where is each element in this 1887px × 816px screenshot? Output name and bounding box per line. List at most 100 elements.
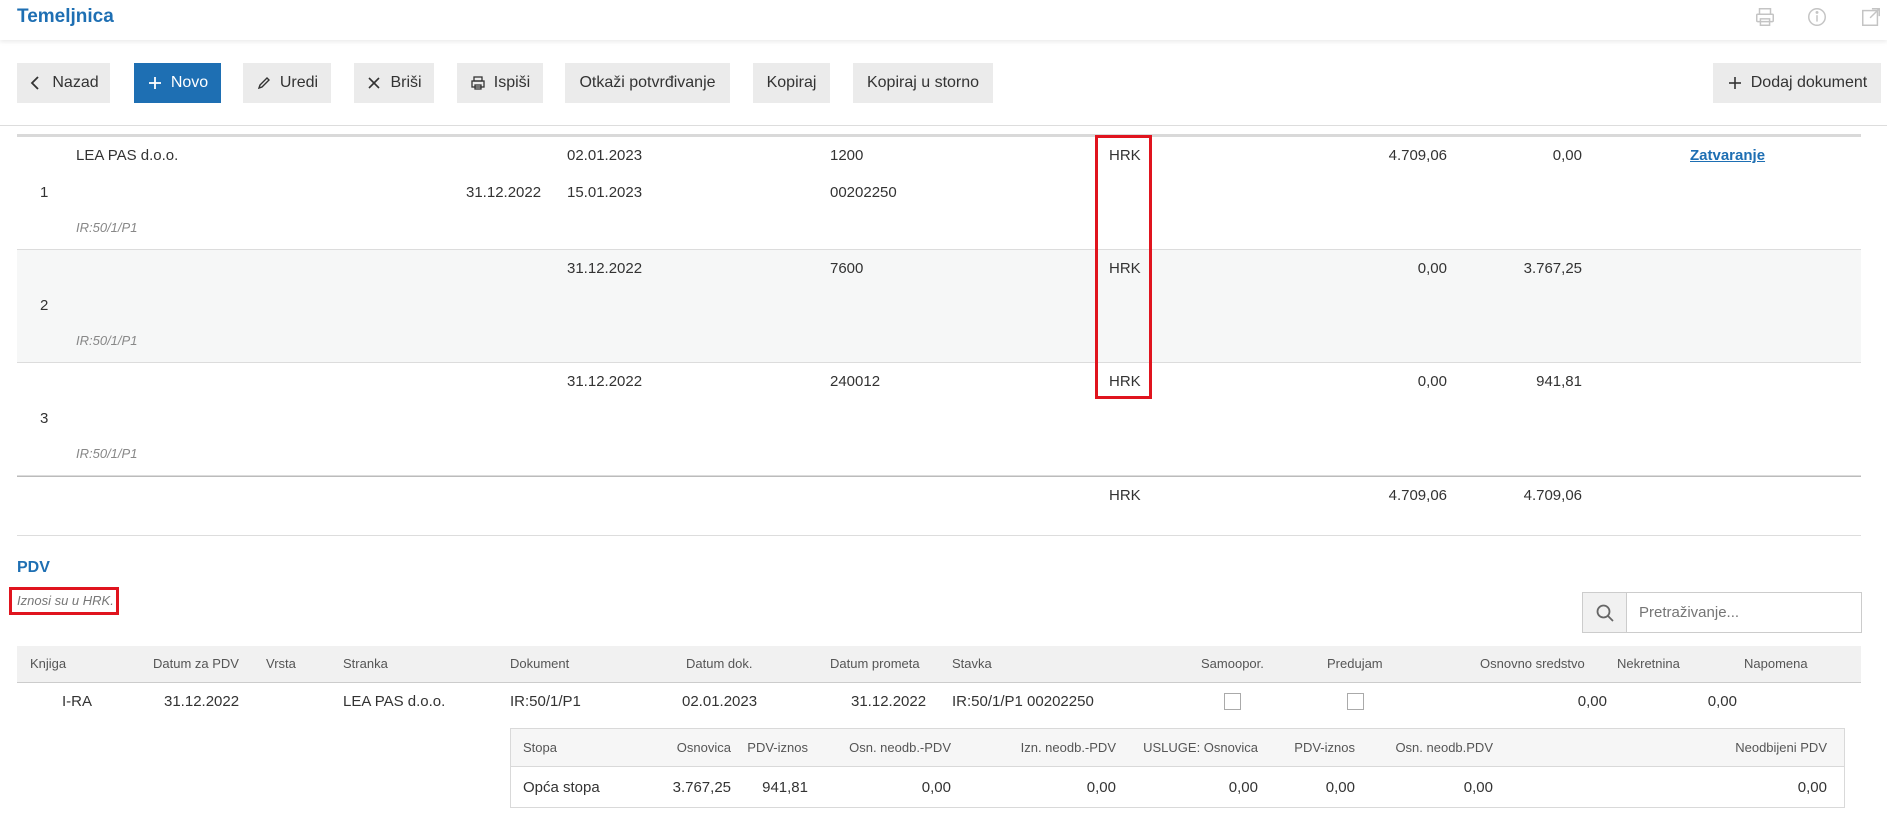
sub-col-header: PDV-iznos [1294, 740, 1355, 755]
toolbar: Nazad Novo Uredi Briši Ispiši Otkaži pot… [0, 40, 1887, 126]
account-number: 1200 [830, 147, 864, 164]
reference: IR:50/1/P1 [76, 220, 138, 235]
nondeductible-base: 0,00 [921, 779, 951, 796]
new-button[interactable]: Novo [134, 63, 221, 103]
cancel-confirm-button[interactable]: Otkaži potvrđivanje [565, 63, 730, 103]
print-button[interactable]: Ispiši [457, 63, 543, 103]
item-cell: IR:50/1/P1 00202250 [952, 693, 1094, 710]
top-bar: Temeljnica [0, 0, 1887, 40]
account-number: 7600 [830, 260, 864, 277]
plus-icon [1728, 77, 1741, 89]
col-header: Stranka [343, 656, 388, 671]
vat-rate-subtable: Stopa Osnovica PDV-iznos Osn. neodb.-PDV… [510, 728, 1845, 808]
party-name: LEA PAS d.o.o. [76, 147, 179, 164]
copy-storno-button[interactable]: Kopiraj u storno [853, 63, 993, 103]
booking-date: 31.12.2022 [466, 184, 542, 201]
col-header: Predujam [1327, 656, 1383, 671]
col-header: Knjiga [30, 656, 67, 671]
fixed-asset-cell: 0,00 [1577, 693, 1607, 710]
document-cell: IR:50/1/P1 [510, 693, 581, 710]
rate-name: Opća stopa [523, 779, 600, 796]
document-number: 00202250 [830, 184, 897, 201]
sub-col-header: USLUGE: Osnovica [1143, 740, 1258, 755]
col-header: Samoopor. [1201, 656, 1264, 671]
row-number: 2 [40, 297, 49, 314]
sub-col-header: Neodbijeni PDV [1735, 740, 1827, 755]
edit-button[interactable]: Uredi [243, 63, 331, 103]
reference: IR:50/1/P1 [76, 446, 138, 461]
self-charge-checkbox[interactable] [1224, 693, 1241, 710]
services-nondeductible-base: 0,00 [1463, 779, 1493, 796]
ledger-total-row: HRK 4.709,06 4.709,06 [17, 476, 1861, 536]
document-date: 31.12.2022 [567, 260, 643, 277]
col-header: Datum dok. [686, 656, 753, 671]
col-header: Datum za PDV [153, 656, 239, 671]
delete-button[interactable]: Briši [354, 63, 434, 103]
col-header: Osnovno sredstvo [1480, 656, 1585, 671]
ledger-row[interactable]: 31.12.2022 7600 HRK 0,00 3.767,25 2 IR:5… [17, 250, 1861, 363]
vat-amount: 941,81 [762, 779, 808, 796]
printer-icon [471, 76, 485, 90]
plus-icon [148, 77, 161, 89]
note-highlight-box [9, 587, 119, 615]
debit-amount: 0,00 [1417, 373, 1447, 390]
knjiga-cell: I-RA [62, 693, 92, 710]
credit-amount: 0,00 [1552, 147, 1582, 164]
vat-date-cell: 31.12.2022 [164, 693, 240, 710]
sub-col-header: PDV-iznos [747, 740, 808, 755]
col-header: Nekretnina [1617, 656, 1680, 671]
document-date: 31.12.2022 [567, 373, 643, 390]
total-debit: 4.709,06 [1388, 487, 1447, 504]
currency-highlight-box [1095, 135, 1152, 399]
back-button[interactable]: Nazad [17, 63, 110, 103]
sub-col-header: Stopa [523, 740, 557, 755]
col-header: Dokument [510, 656, 570, 671]
total-credit: 4.709,06 [1523, 487, 1582, 504]
row-number: 3 [40, 410, 49, 427]
debit-amount: 4.709,06 [1388, 147, 1447, 164]
nondeducted-vat: 0,00 [1797, 779, 1827, 796]
vat-table-header: Knjiga Datum za PDV Vrsta Stranka Dokume… [17, 646, 1861, 683]
pdv-section-title: PDV [17, 559, 50, 576]
sub-col-header: Osn. neodb.PDV [1395, 740, 1493, 755]
debit-amount: 0,00 [1417, 260, 1447, 277]
search-icon [1596, 604, 1614, 622]
info-icon[interactable] [1806, 6, 1828, 28]
reference: IR:50/1/P1 [76, 333, 138, 348]
row-number: 1 [40, 184, 49, 201]
turnover-date-cell: 31.12.2022 [851, 693, 927, 710]
credit-amount: 941,81 [1536, 373, 1582, 390]
advance-checkbox[interactable] [1347, 693, 1364, 710]
due-date: 15.01.2023 [567, 184, 643, 201]
pencil-icon [257, 77, 270, 90]
copy-button[interactable]: Kopiraj [753, 63, 830, 103]
nondeductible-amount: 0,00 [1086, 779, 1116, 796]
col-header: Stavka [952, 656, 992, 671]
ledger-row[interactable]: LEA PAS d.o.o. 02.01.2023 1200 HRK 4.709… [17, 137, 1861, 250]
col-header: Vrsta [266, 656, 296, 671]
total-currency: HRK [1109, 487, 1141, 504]
document-date: 02.01.2023 [567, 147, 643, 164]
search-box [1582, 592, 1862, 633]
search-button[interactable] [1583, 593, 1627, 632]
ledger-row[interactable]: 31.12.2022 240012 HRK 0,00 941,81 3 IR:5… [17, 363, 1861, 476]
sub-col-header: Izn. neodb.-PDV [1020, 740, 1116, 755]
add-document-button[interactable]: Dodaj dokument [1713, 63, 1881, 103]
close-icon [368, 77, 381, 89]
col-header: Datum prometa [830, 656, 920, 671]
closing-link[interactable]: Zatvaranje [1690, 147, 1765, 164]
external-link-icon[interactable] [1860, 6, 1882, 28]
search-input[interactable] [1627, 593, 1861, 632]
account-number: 240012 [830, 373, 881, 390]
sub-col-header: Osn. neodb.-PDV [849, 740, 951, 755]
credit-amount: 3.767,25 [1523, 260, 1582, 277]
doc-date-cell: 02.01.2023 [682, 693, 758, 710]
real-estate-cell: 0,00 [1707, 693, 1737, 710]
services-base: 0,00 [1228, 779, 1258, 796]
print-icon[interactable] [1754, 6, 1776, 28]
chevron-left-icon [31, 76, 40, 90]
vat-table-row[interactable]: I-RA 31.12.2022 LEA PAS d.o.o. IR:50/1/P… [17, 683, 1861, 721]
page-title: Temeljnica [17, 6, 114, 27]
subtable-header: Stopa Osnovica PDV-iznos Osn. neodb.-PDV… [511, 729, 1844, 767]
col-header: Napomena [1744, 656, 1808, 671]
